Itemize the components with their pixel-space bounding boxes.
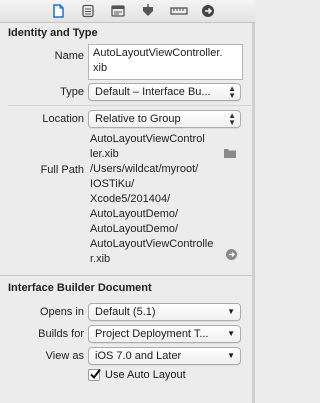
opens-in-label: Opens in	[39, 306, 84, 318]
relative-path: AutoLayoutViewControl ler.xib	[90, 133, 205, 160]
full-path: /Users/wildcat/myroot/ IOSTiKu/ Xcode5/2…	[90, 163, 214, 265]
builds-for-value: Project Deployment T...	[95, 328, 209, 340]
checkmark-icon	[90, 368, 101, 380]
view-as-popup[interactable]: iOS 7.0 and Later ▼	[88, 347, 241, 365]
inspector-toolbar	[0, 0, 255, 23]
name-field[interactable]: AutoLayoutViewController. xib	[88, 44, 243, 80]
full-path-label: Full Path	[40, 164, 84, 176]
type-label: Type	[60, 86, 84, 98]
attributes-icon[interactable]	[141, 4, 155, 18]
folder-icon[interactable]	[224, 148, 236, 158]
reveal-arrow-icon[interactable]	[226, 249, 237, 260]
chevron-down-icon: ▼	[227, 351, 235, 360]
auto-layout-label: Use Auto Layout	[105, 369, 186, 381]
chevron-down-icon: ▼	[227, 329, 235, 338]
view-as-label: View as	[45, 350, 84, 362]
opens-in-value: Default (5.1)	[95, 306, 156, 318]
popup-stepper-icon: ▲ ▼	[228, 111, 236, 127]
type-popup[interactable]: Default – Interface Bu... ▲ ▼	[88, 83, 241, 101]
builds-for-label: Builds for	[38, 328, 84, 340]
type-popup-value: Default – Interface Bu...	[95, 86, 211, 98]
builds-for-popup[interactable]: Project Deployment T... ▼	[88, 325, 241, 343]
ib-section-title: Interface Builder Document	[8, 282, 152, 294]
file-inspector-icon[interactable]	[51, 4, 65, 18]
section-divider	[0, 275, 255, 276]
location-popup[interactable]: Relative to Group ▲ ▼	[88, 110, 241, 128]
quick-help-icon[interactable]	[81, 4, 95, 18]
identity-icon[interactable]	[111, 4, 125, 18]
scrollbar[interactable]	[252, 23, 255, 403]
location-popup-value: Relative to Group	[95, 113, 181, 125]
opens-in-popup[interactable]: Default (5.1) ▼	[88, 303, 241, 321]
size-inspector-icon[interactable]	[170, 4, 188, 18]
divider	[8, 105, 251, 106]
auto-layout-checkbox[interactable]	[88, 368, 101, 381]
name-label: Name	[54, 50, 84, 62]
chevron-down-icon: ▼	[227, 307, 235, 316]
popup-stepper-icon: ▲ ▼	[228, 84, 236, 100]
view-as-value: iOS 7.0 and Later	[95, 350, 182, 362]
identity-section-title: Identity and Type	[8, 27, 98, 39]
connections-icon[interactable]	[201, 4, 215, 18]
location-label: Location	[42, 113, 84, 125]
